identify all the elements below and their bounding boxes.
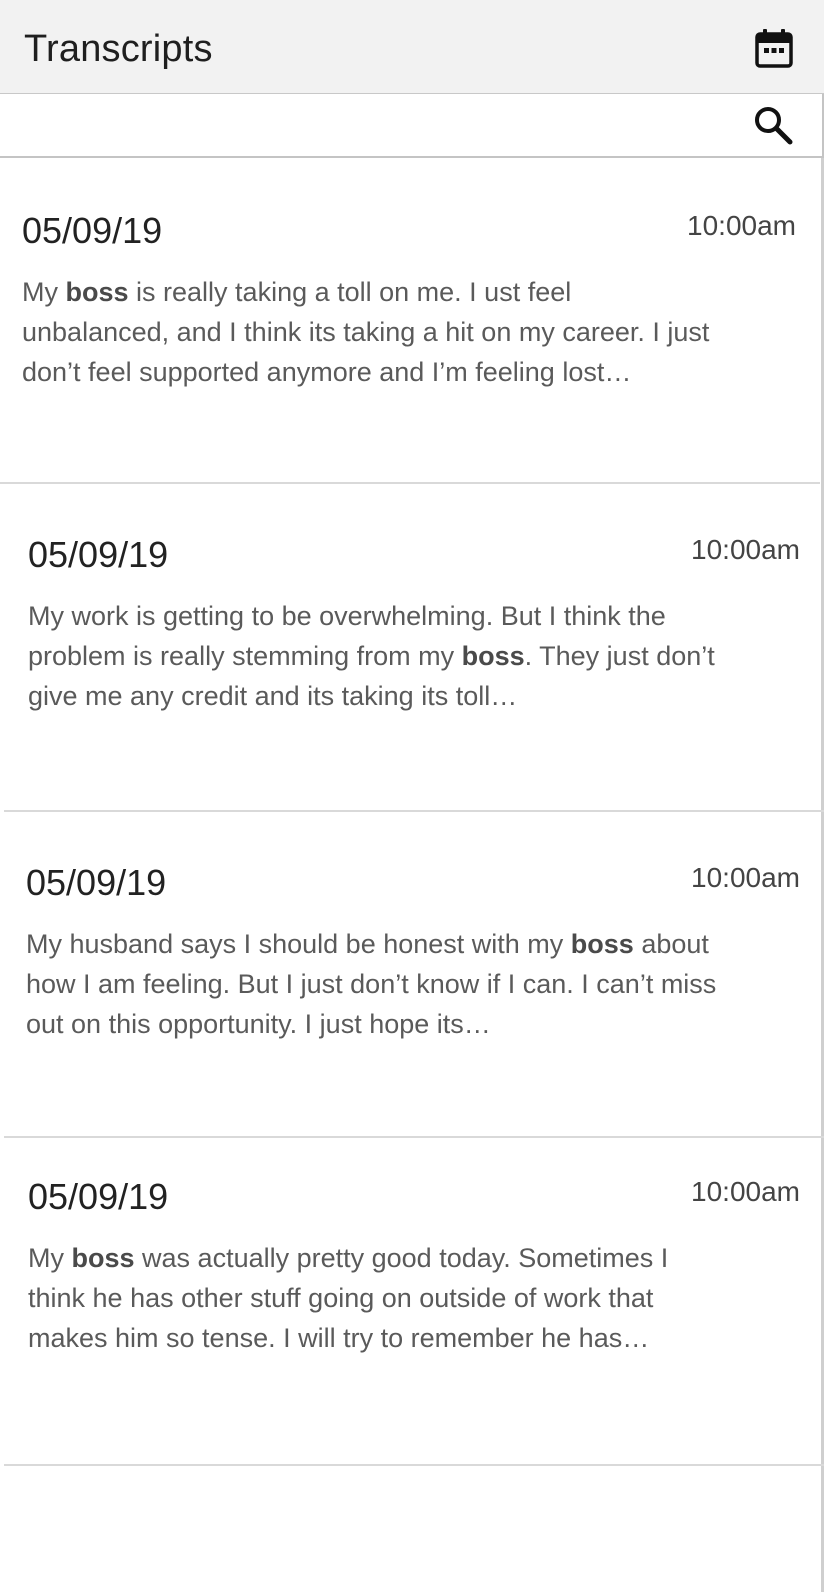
transcript-date: 05/09/19 <box>28 534 169 575</box>
search-highlight: boss <box>570 929 634 959</box>
transcript-card[interactable]: 05/09/19 10:00am My husband says I shoul… <box>4 812 824 1138</box>
search-icon <box>755 107 793 145</box>
transcript-time: 10:00am <box>691 534 800 565</box>
calendar-icon <box>755 29 793 68</box>
transcript-date: 05/09/19 <box>28 1176 169 1217</box>
calendar-button[interactable] <box>752 26 796 70</box>
transcript-excerpt: My husband says I should be honest with … <box>26 929 717 1039</box>
transcript-date: 05/09/19 <box>22 210 163 251</box>
search-button[interactable] <box>748 100 798 150</box>
search-highlight: boss <box>71 1243 135 1273</box>
transcript-card[interactable]: 05/09/19 10:00am My boss was actually pr… <box>4 1140 824 1466</box>
search-highlight: boss <box>65 277 129 307</box>
app-bar: Transcripts <box>0 0 824 94</box>
transcript-list: 05/09/19 10:00am My boss is really takin… <box>0 158 824 1592</box>
transcript-excerpt: My boss is really taking a toll on me. I… <box>22 277 710 387</box>
search-bar <box>0 94 824 158</box>
transcript-time: 10:00am <box>691 862 800 893</box>
transcript-date: 05/09/19 <box>26 862 167 903</box>
transcript-card[interactable]: 05/09/19 10:00am My work is getting to b… <box>4 486 824 812</box>
search-input[interactable] <box>8 104 738 148</box>
transcript-excerpt: My boss was actually pretty good today. … <box>28 1243 669 1353</box>
search-highlight: boss <box>461 641 525 671</box>
transcript-time: 10:00am <box>691 1176 800 1207</box>
page-title: Transcripts <box>24 28 213 70</box>
transcript-time: 10:00am <box>687 210 796 241</box>
transcript-excerpt: My work is getting to be overwhelming. B… <box>28 601 715 711</box>
transcript-card[interactable]: 05/09/19 10:00am My boss is really takin… <box>0 158 820 484</box>
